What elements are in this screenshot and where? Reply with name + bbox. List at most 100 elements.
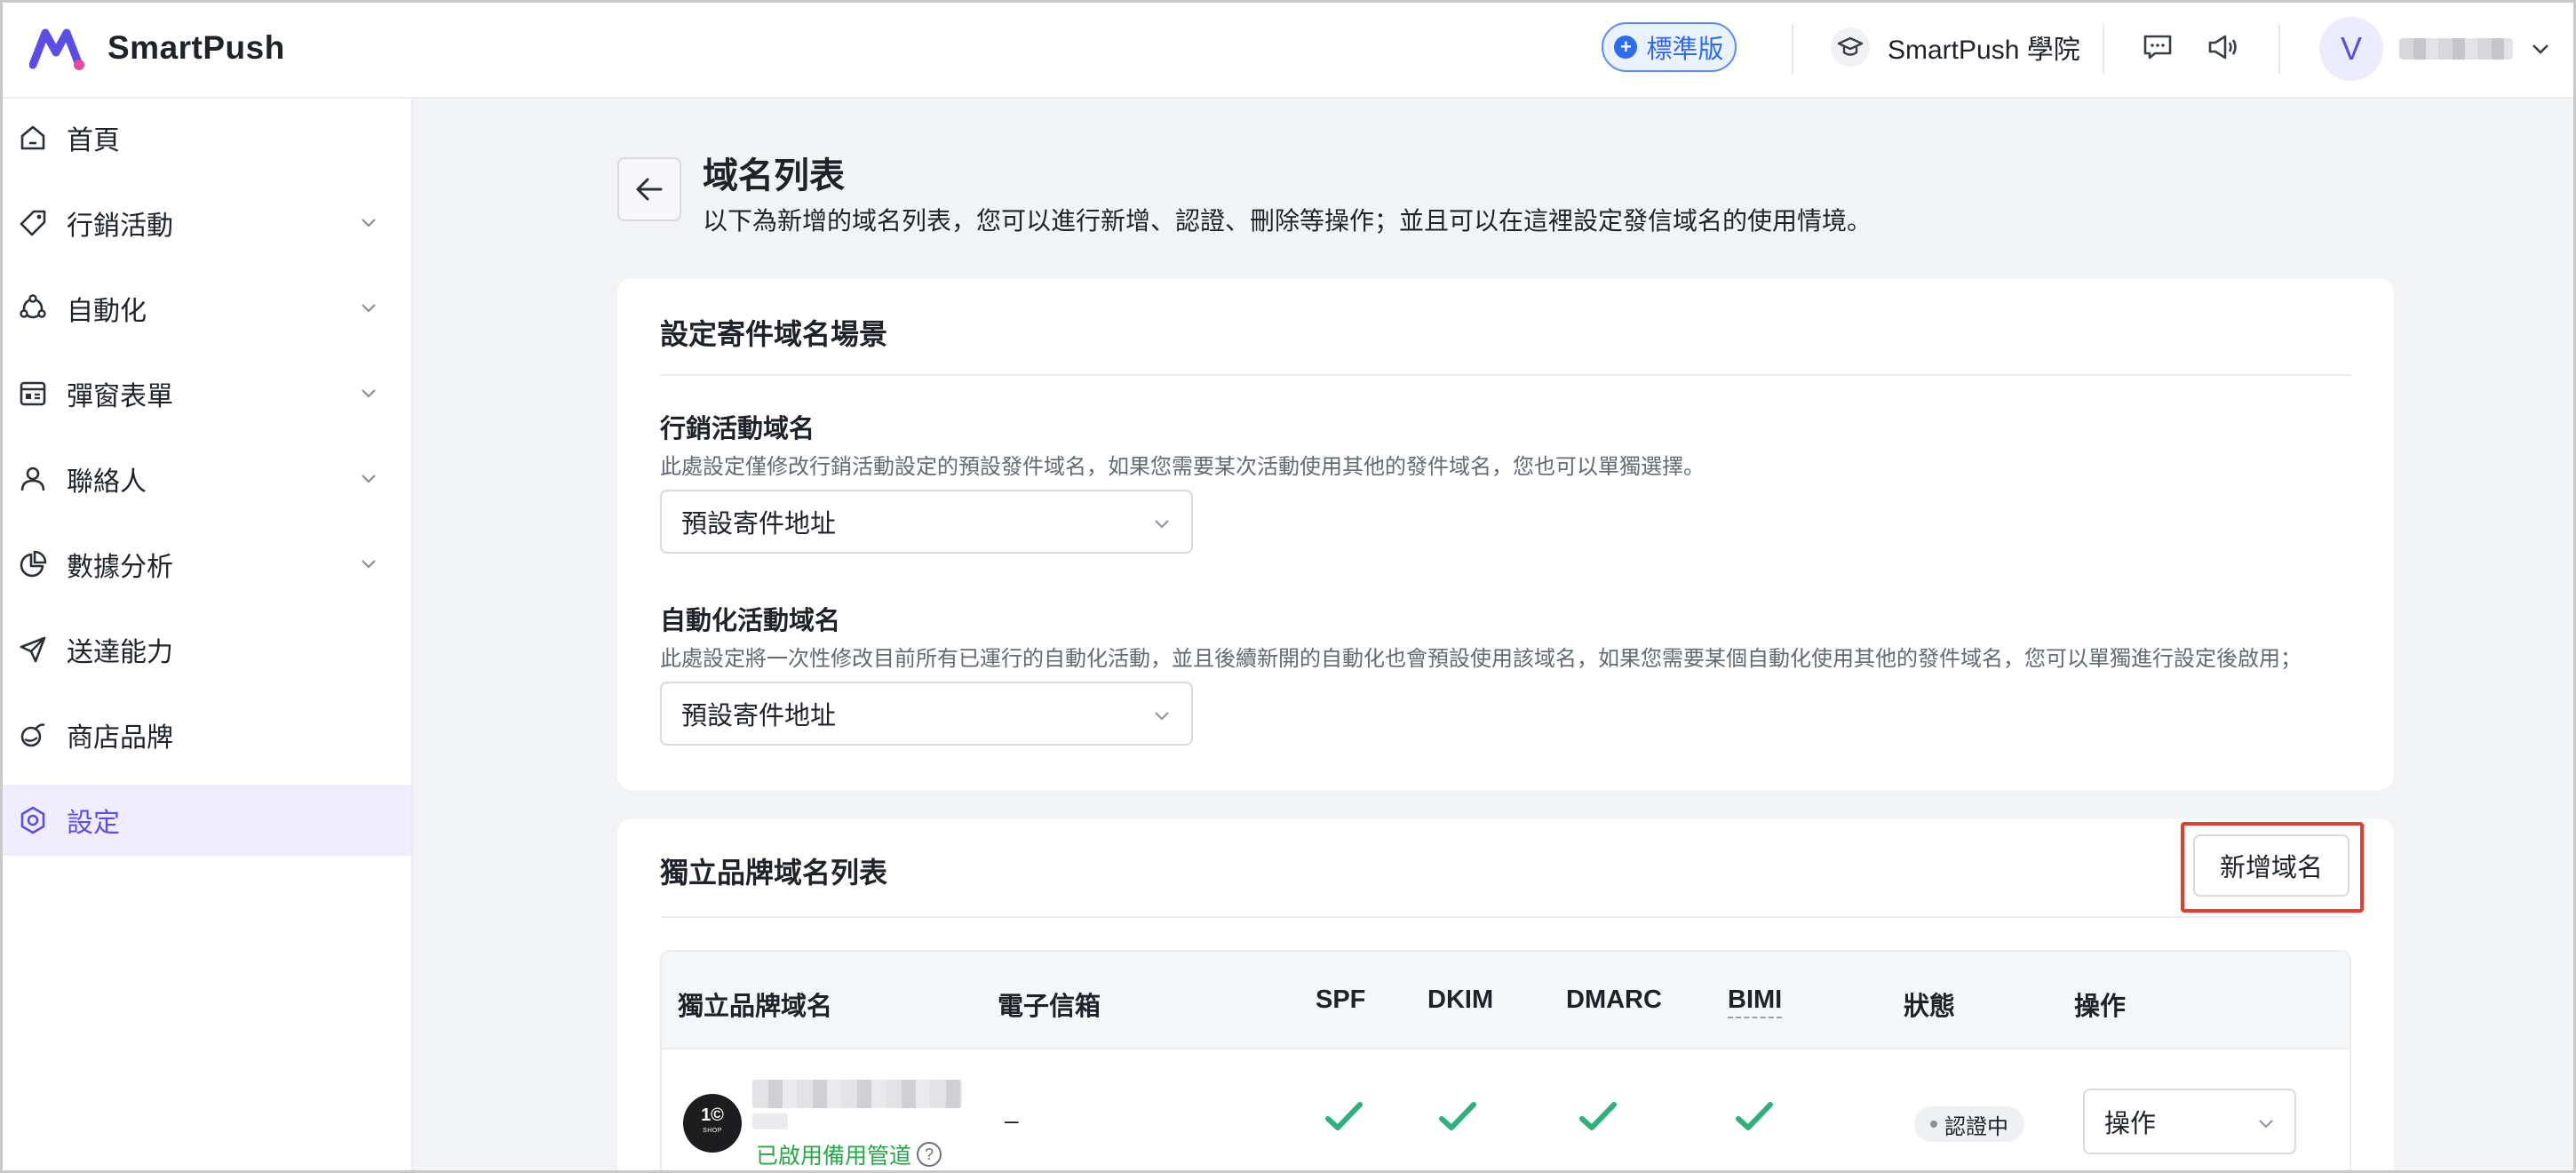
sidebar-item-deliverability[interactable]: 送達能力 <box>3 614 411 685</box>
sidebar: 首頁 行銷活動 自動化 彈窗表單 聯絡人 數據分析 送達能力 商店品牌 設定 <box>3 99 413 1170</box>
action-select[interactable]: 操作 <box>2083 1089 2296 1154</box>
card-title: 獨立品牌域名列表 <box>660 857 888 889</box>
home-icon <box>17 122 49 154</box>
sidebar-item-analytics[interactable]: 數據分析 <box>3 529 411 600</box>
smartpush-logo-icon <box>29 28 84 70</box>
table-header: 獨立品牌域名 電子信箱 SPF DKIM DMARC BIMI 狀態 操作 <box>662 952 2349 1049</box>
dmarc-check-icon <box>1579 1102 1617 1130</box>
sidebar-item-home[interactable]: 首頁 <box>3 102 411 173</box>
message-icon[interactable] <box>2140 29 2175 65</box>
settings-icon <box>17 804 49 836</box>
brand-logo: 1© SHOP <box>683 1094 742 1153</box>
select-value: 預設寄件地址 <box>681 702 837 730</box>
user-name-redacted <box>2399 38 2513 60</box>
tag-icon <box>17 207 49 239</box>
dkim-check-icon <box>1439 1102 1476 1130</box>
automation-domain-label: 自動化活動域名 <box>660 607 841 635</box>
automation-icon <box>17 292 49 324</box>
marketing-domain-select[interactable]: 預設寄件地址 <box>660 490 1193 554</box>
sidebar-item-label: 彈窗表單 <box>67 382 173 411</box>
chevron-down-icon <box>362 389 376 398</box>
column-header-action: 操作 <box>2074 993 2127 1021</box>
send-icon <box>17 634 49 666</box>
card-title: 設定寄件域名場景 <box>660 318 888 350</box>
column-header-dkim: DKIM <box>1427 985 1494 1014</box>
backup-channel-status: 已啟用備用管道 ? <box>756 1138 942 1170</box>
domain-name-redacted <box>752 1113 788 1129</box>
user-menu[interactable]: V <box>2319 17 2552 81</box>
app-window: SmartPush + 標準版 SmartPush 學院 V 首頁 行銷活動 自… <box>0 0 2576 1173</box>
divider <box>660 916 2351 918</box>
marketing-domain-label: 行銷活動域名 <box>660 415 815 443</box>
sidebar-item-label: 首頁 <box>67 126 120 156</box>
chevron-down-icon <box>362 304 376 313</box>
sidebar-item-label: 自動化 <box>67 297 147 326</box>
sidebar-item-store-brand[interactable]: 商店品牌 <box>3 699 411 770</box>
sidebar-item-label: 數據分析 <box>67 553 173 582</box>
sidebar-item-campaigns[interactable]: 行銷活動 <box>3 188 411 259</box>
page-title: 域名列表 <box>703 156 845 196</box>
header-divider <box>2278 24 2280 74</box>
backup-channel-label: 已啟用備用管道 <box>756 1144 912 1169</box>
domain-table: 獨立品牌域名 電子信箱 SPF DKIM DMARC BIMI 狀態 操作 1©… <box>660 950 2351 1170</box>
avatar: V <box>2319 17 2383 81</box>
form-icon <box>17 378 49 410</box>
divider <box>660 374 2351 376</box>
status-label: 認證中 <box>1944 1114 2008 1139</box>
status-dot-icon <box>1930 1121 1937 1128</box>
page-subtitle: 以下為新增的域名列表，您可以進行新增、認證、刪除等操作；並且可以在這裡設定發信域… <box>703 207 1872 235</box>
sidebar-item-label: 設定 <box>67 809 120 838</box>
column-header-dmarc: DMARC <box>1566 985 1662 1014</box>
automation-domain-help: 此處設定將一次性修改目前所有已運行的自動化活動，並且後續新開的自動化也會預設使用… <box>660 647 2302 671</box>
brand-logo-text: 1© <box>701 1105 724 1125</box>
arrow-left-icon <box>636 178 663 201</box>
sidebar-item-label: 商店品牌 <box>67 723 173 753</box>
chevron-down-icon <box>362 560 376 569</box>
plan-badge[interactable]: + 標準版 <box>1602 22 1737 72</box>
chevron-down-icon <box>362 475 376 483</box>
header-divider <box>1792 24 1793 74</box>
sidebar-item-settings[interactable]: 設定 <box>3 785 411 856</box>
add-domain-button[interactable]: 新增域名 <box>2193 834 2349 897</box>
action-select-value: 操作 <box>2104 1110 2157 1138</box>
app-name: SmartPush <box>107 29 285 66</box>
sidebar-item-label: 行銷活動 <box>67 211 173 241</box>
status-badge: 認證中 <box>1914 1106 2024 1142</box>
graduation-cap-icon <box>1831 28 1870 67</box>
back-button[interactable] <box>617 157 681 221</box>
bimi-check-icon <box>1736 1102 1773 1130</box>
brand-icon <box>17 719 49 751</box>
brand-logo-subtext: SHOP <box>703 1128 722 1134</box>
app-logo[interactable]: SmartPush <box>29 26 285 70</box>
chevron-down-icon <box>1155 712 1169 721</box>
academy-label: SmartPush 學院 <box>1888 36 2080 65</box>
domain-name-redacted <box>752 1080 962 1108</box>
pie-chart-icon <box>17 548 49 580</box>
column-header-status: 狀態 <box>1904 993 1956 1021</box>
email-value: – <box>1005 1106 1019 1134</box>
chevron-down-icon <box>1155 520 1169 529</box>
column-header-domain: 獨立品牌域名 <box>678 993 833 1021</box>
sidebar-item-label: 聯絡人 <box>67 467 147 497</box>
plan-label: 標準版 <box>1646 36 1724 64</box>
chevron-down-icon <box>362 219 376 227</box>
top-header: SmartPush + 標準版 SmartPush 學院 V <box>3 3 2573 99</box>
column-header-spf: SPF <box>1316 985 1366 1014</box>
academy-link[interactable]: SmartPush 學院 <box>1831 28 2080 67</box>
announcement-icon[interactable] <box>2206 29 2241 65</box>
header-divider <box>2103 24 2104 74</box>
table-row: 1© SHOP 已啟用備用管道 ? – 認證中 操作 <box>662 1051 2349 1170</box>
column-header-bimi[interactable]: BIMI <box>1728 985 1783 1018</box>
help-icon[interactable]: ? <box>917 1142 942 1167</box>
automation-domain-select[interactable]: 預設寄件地址 <box>660 682 1193 746</box>
user-icon <box>17 463 49 495</box>
sidebar-item-forms[interactable]: 彈窗表單 <box>3 358 411 429</box>
chevron-down-icon <box>2259 1120 2273 1129</box>
chevron-down-icon <box>2532 44 2548 54</box>
sidebar-item-automation[interactable]: 自動化 <box>3 273 411 344</box>
select-value: 預設寄件地址 <box>681 510 837 539</box>
column-header-email: 電子信箱 <box>998 993 1101 1021</box>
plus-circle-icon: + <box>1614 36 1638 59</box>
sidebar-item-contacts[interactable]: 聯絡人 <box>3 443 411 515</box>
sidebar-item-label: 送達能力 <box>67 638 173 667</box>
